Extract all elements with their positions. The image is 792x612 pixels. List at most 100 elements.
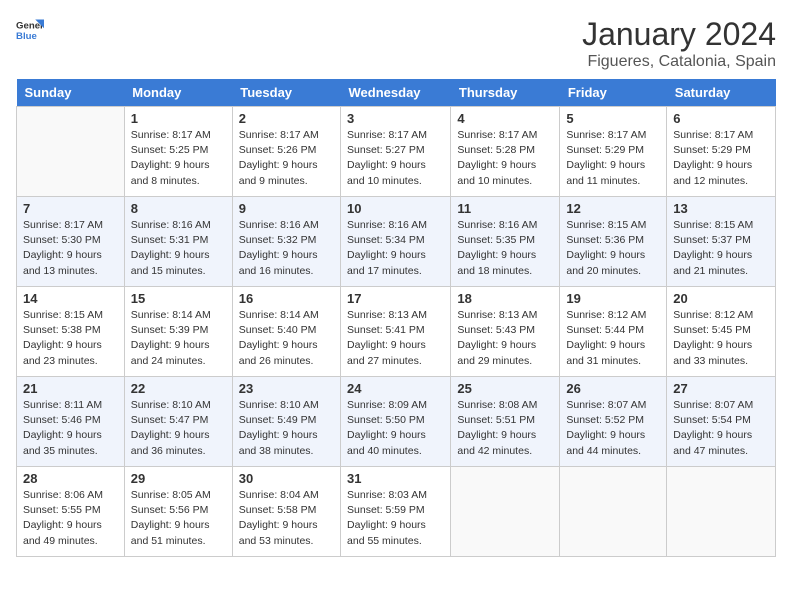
- column-header-thursday: Thursday: [451, 79, 560, 107]
- day-number: 29: [131, 471, 226, 486]
- column-header-saturday: Saturday: [667, 79, 776, 107]
- day-info: Sunrise: 8:13 AM Sunset: 5:43 PM Dayligh…: [457, 308, 553, 369]
- day-info: Sunrise: 8:17 AM Sunset: 5:25 PM Dayligh…: [131, 128, 226, 189]
- day-number: 14: [23, 291, 118, 306]
- calendar-cell: 6Sunrise: 8:17 AM Sunset: 5:29 PM Daylig…: [667, 107, 776, 197]
- calendar-cell: 19 Sunrise: 8:12 AM Sunset: 5:44 PM Dayli…: [560, 287, 667, 377]
- day-info: Sunrise: 8:07 AM Sunset: 5:52 PM Dayligh…: [566, 398, 660, 459]
- week-row: 21 Sunrise: 8:11 AM Sunset: 5:46 PM Dayli…: [17, 377, 776, 467]
- day-info: Sunrise: 8:04 AM Sunset: 5:58 PM Dayligh…: [239, 488, 334, 549]
- calendar-cell: 17 Sunrise: 8:13 AM Sunset: 5:41 PM Dayli…: [341, 287, 451, 377]
- calendar-cell: 16Sunrise: 8:14 AM Sunset: 5:40 PM Dayli…: [232, 287, 340, 377]
- calendar-cell: 30 Sunrise: 8:04 AM Sunset: 5:58 PM Dayli…: [232, 467, 340, 557]
- day-number: 17: [347, 291, 444, 306]
- day-number: 5: [566, 111, 660, 126]
- day-info: Sunrise: 8:16 AM Sunset: 5:34 PM Dayligh…: [347, 218, 444, 279]
- day-info: Sunrise: 8:03 AM Sunset: 5:59 PM Dayligh…: [347, 488, 444, 549]
- day-info: Sunrise: 8:16 AM Sunset: 5:32 PM Dayligh…: [239, 218, 334, 279]
- calendar-cell: 7 Sunrise: 8:17 AM Sunset: 5:30 PM Daylig…: [17, 197, 125, 287]
- calendar-cell: [667, 467, 776, 557]
- day-info: Sunrise: 8:17 AM Sunset: 5:29 PM Dayligh…: [566, 128, 660, 189]
- week-row: 1 Sunrise: 8:17 AM Sunset: 5:25 PM Daylig…: [17, 107, 776, 197]
- day-number: 11: [457, 201, 553, 216]
- day-number: 26: [566, 381, 660, 396]
- calendar-cell: 24Sunrise: 8:09 AM Sunset: 5:50 PM Dayli…: [341, 377, 451, 467]
- day-info: Sunrise: 8:15 AM Sunset: 5:38 PM Dayligh…: [23, 308, 118, 369]
- day-number: 2: [239, 111, 334, 126]
- calendar-cell: 10 Sunrise: 8:16 AM Sunset: 5:34 PM Dayli…: [341, 197, 451, 287]
- calendar-cell: 3 Sunrise: 8:17 AM Sunset: 5:27 PM Daylig…: [341, 107, 451, 197]
- day-number: 7: [23, 201, 118, 216]
- day-info: Sunrise: 8:12 AM Sunset: 5:45 PM Dayligh…: [673, 308, 769, 369]
- day-number: 1: [131, 111, 226, 126]
- calendar-cell: 8 Sunrise: 8:16 AM Sunset: 5:31 PM Daylig…: [124, 197, 232, 287]
- calendar-cell: 11Sunrise: 8:16 AM Sunset: 5:35 PM Dayli…: [451, 197, 560, 287]
- calendar-cell: 22 Sunrise: 8:10 AM Sunset: 5:47 PM Dayli…: [124, 377, 232, 467]
- calendar-cell: 2 Sunrise: 8:17 AM Sunset: 5:26 PM Daylig…: [232, 107, 340, 197]
- page-header: General Blue January 2024 Figueres, Cata…: [16, 16, 776, 71]
- day-number: 15: [131, 291, 226, 306]
- week-row: 28 Sunrise: 8:06 AM Sunset: 5:55 PM Dayli…: [17, 467, 776, 557]
- day-info: Sunrise: 8:17 AM Sunset: 5:30 PM Dayligh…: [23, 218, 118, 279]
- header-row: SundayMondayTuesdayWednesdayThursdayFrid…: [17, 79, 776, 107]
- day-number: 12: [566, 201, 660, 216]
- calendar-cell: [17, 107, 125, 197]
- calendar-cell: 4Sunrise: 8:17 AM Sunset: 5:28 PM Daylig…: [451, 107, 560, 197]
- day-number: 21: [23, 381, 118, 396]
- day-number: 20: [673, 291, 769, 306]
- calendar-cell: [560, 467, 667, 557]
- week-row: 14 Sunrise: 8:15 AM Sunset: 5:38 PM Dayli…: [17, 287, 776, 377]
- day-number: 27: [673, 381, 769, 396]
- day-number: 25: [457, 381, 553, 396]
- day-number: 28: [23, 471, 118, 486]
- day-number: 30: [239, 471, 334, 486]
- svg-text:Blue: Blue: [16, 31, 37, 42]
- title-area: January 2024 Figueres, Catalonia, Spain: [582, 16, 776, 71]
- day-info: Sunrise: 8:09 AM Sunset: 5:50 PM Dayligh…: [347, 398, 444, 459]
- column-header-monday: Monday: [124, 79, 232, 107]
- day-info: Sunrise: 8:16 AM Sunset: 5:31 PM Dayligh…: [131, 218, 226, 279]
- day-info: Sunrise: 8:12 AM Sunset: 5:44 PM Dayligh…: [566, 308, 660, 369]
- column-header-friday: Friday: [560, 79, 667, 107]
- day-number: 10: [347, 201, 444, 216]
- day-info: Sunrise: 8:15 AM Sunset: 5:37 PM Dayligh…: [673, 218, 769, 279]
- day-number: 19: [566, 291, 660, 306]
- day-number: 3: [347, 111, 444, 126]
- calendar-subtitle: Figueres, Catalonia, Spain: [582, 53, 776, 71]
- day-info: Sunrise: 8:13 AM Sunset: 5:41 PM Dayligh…: [347, 308, 444, 369]
- calendar-cell: 21 Sunrise: 8:11 AM Sunset: 5:46 PM Dayli…: [17, 377, 125, 467]
- day-info: Sunrise: 8:17 AM Sunset: 5:27 PM Dayligh…: [347, 128, 444, 189]
- calendar-cell: 12 Sunrise: 8:15 AM Sunset: 5:36 PM Dayli…: [560, 197, 667, 287]
- column-header-sunday: Sunday: [17, 79, 125, 107]
- day-number: 16: [239, 291, 334, 306]
- day-number: 8: [131, 201, 226, 216]
- day-number: 13: [673, 201, 769, 216]
- calendar-cell: 13 Sunrise: 8:15 AM Sunset: 5:37 PM Dayli…: [667, 197, 776, 287]
- day-number: 9: [239, 201, 334, 216]
- calendar-cell: 1 Sunrise: 8:17 AM Sunset: 5:25 PM Daylig…: [124, 107, 232, 197]
- calendar-cell: 14 Sunrise: 8:15 AM Sunset: 5:38 PM Dayli…: [17, 287, 125, 377]
- day-info: Sunrise: 8:15 AM Sunset: 5:36 PM Dayligh…: [566, 218, 660, 279]
- calendar-cell: 9 Sunrise: 8:16 AM Sunset: 5:32 PM Daylig…: [232, 197, 340, 287]
- day-number: 31: [347, 471, 444, 486]
- day-number: 23: [239, 381, 334, 396]
- calendar-cell: 15 Sunrise: 8:14 AM Sunset: 5:39 PM Dayli…: [124, 287, 232, 377]
- calendar-cell: 18Sunrise: 8:13 AM Sunset: 5:43 PM Dayli…: [451, 287, 560, 377]
- day-info: Sunrise: 8:06 AM Sunset: 5:55 PM Dayligh…: [23, 488, 118, 549]
- day-number: 22: [131, 381, 226, 396]
- calendar-cell: 31 Sunrise: 8:03 AM Sunset: 5:59 PM Dayli…: [341, 467, 451, 557]
- day-info: Sunrise: 8:07 AM Sunset: 5:54 PM Dayligh…: [673, 398, 769, 459]
- calendar-cell: 25 Sunrise: 8:08 AM Sunset: 5:51 PM Dayli…: [451, 377, 560, 467]
- day-info: Sunrise: 8:10 AM Sunset: 5:47 PM Dayligh…: [131, 398, 226, 459]
- calendar-title: January 2024: [582, 16, 776, 53]
- day-info: Sunrise: 8:17 AM Sunset: 5:26 PM Dayligh…: [239, 128, 334, 189]
- calendar-cell: 27 Sunrise: 8:07 AM Sunset: 5:54 PM Dayli…: [667, 377, 776, 467]
- calendar-cell: [451, 467, 560, 557]
- day-info: Sunrise: 8:05 AM Sunset: 5:56 PM Dayligh…: [131, 488, 226, 549]
- day-info: Sunrise: 8:08 AM Sunset: 5:51 PM Dayligh…: [457, 398, 553, 459]
- day-info: Sunrise: 8:11 AM Sunset: 5:46 PM Dayligh…: [23, 398, 118, 459]
- column-header-wednesday: Wednesday: [341, 79, 451, 107]
- calendar-cell: 5 Sunrise: 8:17 AM Sunset: 5:29 PM Daylig…: [560, 107, 667, 197]
- day-number: 4: [457, 111, 553, 126]
- day-info: Sunrise: 8:14 AM Sunset: 5:39 PM Dayligh…: [131, 308, 226, 369]
